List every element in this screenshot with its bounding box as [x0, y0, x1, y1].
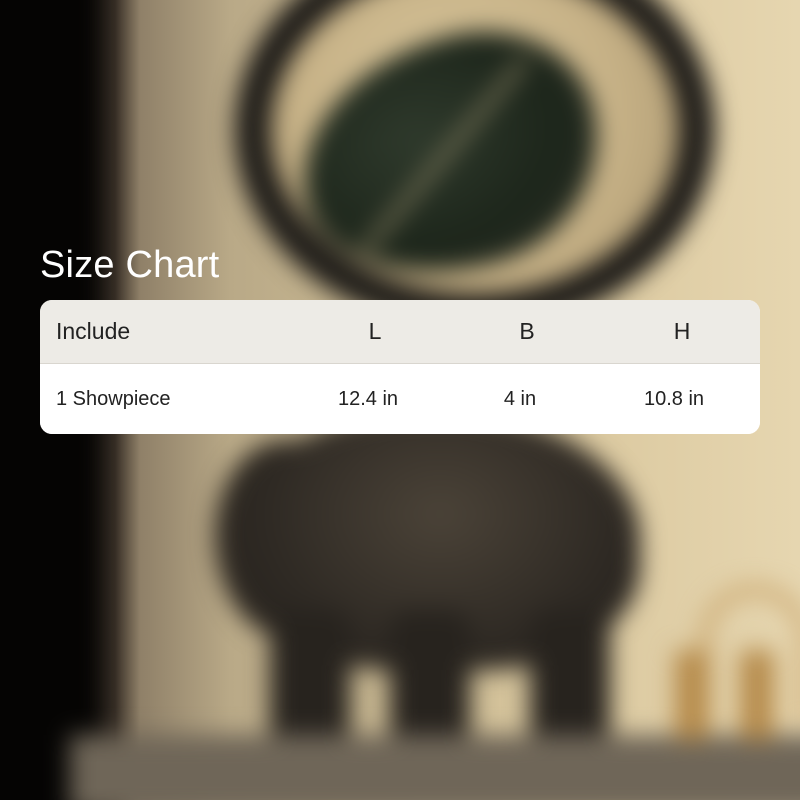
cell-breadth: 4 in	[503, 387, 537, 410]
header-height: H	[673, 318, 691, 344]
header-include: Include	[56, 318, 131, 344]
elephant-leg	[390, 610, 470, 750]
shelf	[70, 735, 800, 800]
cell-height: 10.8 in	[643, 387, 705, 410]
elephant-leg	[530, 610, 610, 750]
size-chart-table: Include L B H 1 Showpiece 12.4 in 4 in 1…	[40, 300, 760, 434]
candle	[740, 650, 774, 740]
header-breadth: B	[519, 318, 535, 344]
header-length: L	[368, 318, 382, 344]
candle	[675, 650, 709, 740]
cell-length: 12.4 in	[337, 387, 399, 410]
table-row: 1 Showpiece 12.4 in 4 in 10.8 in	[40, 364, 760, 434]
cell-include: 1 Showpiece	[56, 387, 171, 410]
elephant-leg	[270, 610, 350, 750]
table-header-row: Include L B H	[40, 300, 760, 364]
size-chart-title: Size Chart	[40, 244, 220, 286]
